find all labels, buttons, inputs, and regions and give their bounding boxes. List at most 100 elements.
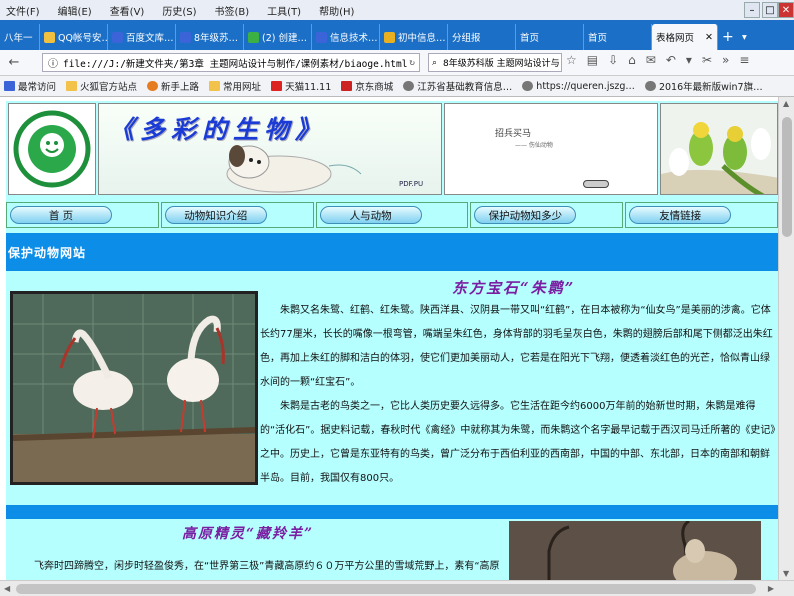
info-icon[interactable]: ⓘ xyxy=(48,55,58,70)
bookmark-item[interactable]: 最常访问 xyxy=(4,79,56,93)
tab-9[interactable]: 首页 xyxy=(584,24,652,50)
vertical-scroll-thumb[interactable] xyxy=(782,117,792,237)
bookmark-label: 新手上路 xyxy=(161,82,200,93)
menu-bookmarks[interactable]: 书签(B) xyxy=(215,3,250,18)
bookmark-label: 最常访问 xyxy=(18,82,57,93)
tab-label: 信息技术… xyxy=(330,33,378,44)
tab-label: 分组报 xyxy=(452,33,481,44)
dropdown-icon[interactable]: ▾ xyxy=(686,53,692,67)
bookmark-item[interactable]: 江苏省基础教育信息… xyxy=(403,79,512,93)
bookmark-label: 2016年最新版win7旗… xyxy=(658,82,763,93)
close-tab-icon[interactable]: ✕ xyxy=(705,32,713,43)
bookmark-item[interactable]: 新手上路 xyxy=(147,79,199,93)
star-icon[interactable]: ☆ xyxy=(566,53,577,67)
scroll-down-icon[interactable]: ▼ xyxy=(783,569,789,578)
scroll-left-icon[interactable]: ◀ xyxy=(4,584,10,593)
nav-cell: 友情链接 xyxy=(625,202,778,228)
home-icon[interactable]: ⌂ xyxy=(628,53,636,67)
minimize-button[interactable]: – xyxy=(744,2,760,18)
horizontal-scroll-thumb[interactable] xyxy=(16,584,756,594)
globe-icon xyxy=(403,81,415,91)
bookmark-item[interactable]: https://queren.jszg… xyxy=(522,81,635,92)
site-name: 保护动物网站 xyxy=(8,245,87,260)
tab-label: 首页 xyxy=(520,33,540,44)
nav-links[interactable]: 友情链接 xyxy=(629,206,732,224)
tab-2[interactable]: 百度文库… xyxy=(108,24,176,50)
reader-icon[interactable]: ▤ xyxy=(587,53,598,67)
nav-people-animals[interactable]: 人与动物 xyxy=(319,206,422,224)
site-banner-band: 保护动物网站 xyxy=(6,233,778,271)
menu-icon[interactable]: ≡ xyxy=(739,53,749,67)
screenshot-icon[interactable]: ✂ xyxy=(702,53,712,67)
tab-bar: 八年一 QQ帐号安… 百度文库… 8年级苏… (2) 创建… 信息技术… 初中信… xyxy=(0,20,794,50)
tab-4[interactable]: (2) 创建… xyxy=(244,24,312,50)
globe-icon xyxy=(644,81,656,91)
slide-subtitle: —— 伤仙动物 xyxy=(515,142,553,149)
tab-6[interactable]: 初中信息… xyxy=(380,24,448,50)
horizontal-scrollbar[interactable]: ◀ ▶ xyxy=(0,580,794,596)
menu-bar: 文件(F) 编辑(E) 查看(V) 历史(S) 书签(B) 工具(T) 帮助(H… xyxy=(0,0,794,20)
section-title-ibis: 东方宝石“朱鹮” xyxy=(452,279,576,297)
tab-5[interactable]: 信息技术… xyxy=(312,24,380,50)
tmall-icon xyxy=(271,81,283,91)
tab-label: 首页 xyxy=(588,33,608,44)
search-icon: ⌕ xyxy=(432,57,438,68)
globe-icon xyxy=(522,81,534,91)
bookmark-label: 天猫11.11 xyxy=(285,82,332,93)
nav-cell: 动物知识介绍 xyxy=(160,202,314,228)
reload-icon[interactable]: ↻ xyxy=(409,57,415,68)
ibis-paragraph-2: 朱鹮是古老的鸟类之一，它比人类历史要久远得多。它生活在距今约6000万年前的始新… xyxy=(260,401,776,484)
bookmark-label: https://queren.jszg… xyxy=(536,80,635,92)
chat-icon[interactable]: ✉ xyxy=(646,53,656,67)
tab-7[interactable]: 分组报 xyxy=(448,24,516,50)
header: 《多彩的生物》 PDF.PU 招兵买马 —— 伤仙动物 xyxy=(6,101,778,197)
firefox-icon xyxy=(147,81,159,91)
back-icon[interactable]: ← xyxy=(6,55,22,71)
bookmark-item[interactable]: 京东商城 xyxy=(341,79,393,93)
close-window-button[interactable]: ✕ xyxy=(778,2,794,18)
tab-8[interactable]: 首页 xyxy=(516,24,584,50)
bookmark-item[interactable]: 天猫11.11 xyxy=(271,79,331,93)
vertical-scrollbar[interactable]: ▲ ▼ xyxy=(778,97,794,580)
toolbar-icons: ☆ ▤ ⇩ ⌂ ✉ ↶ ▾ ✂ » ≡ xyxy=(566,53,749,67)
nav-home[interactable]: 首 页 xyxy=(10,206,112,224)
undo-icon[interactable]: ↶ xyxy=(666,53,676,67)
menu-edit[interactable]: 编辑(E) xyxy=(58,3,92,18)
bookmark-item[interactable]: 火狐官方站点 xyxy=(66,79,137,93)
tab-0[interactable]: 八年一 xyxy=(0,24,40,50)
page-viewport: 《多彩的生物》 PDF.PU 招兵买马 —— 伤仙动物 首 页 动物知识介绍 人… xyxy=(0,97,794,580)
slide-image: 招兵买马 —— 伤仙动物 xyxy=(444,103,658,195)
bookmark-label: 常用网址 xyxy=(223,82,262,93)
bookmark-item[interactable]: 常用网址 xyxy=(209,79,261,93)
new-tab-button[interactable]: + xyxy=(718,24,738,50)
baidu-icon xyxy=(112,31,123,43)
extension-icon[interactable]: » xyxy=(722,53,729,67)
tab-label: 表格网页 xyxy=(656,33,695,44)
nav-cell: 保护动物知多少 xyxy=(470,202,624,228)
bookmark-item[interactable]: 2016年最新版win7旗… xyxy=(644,79,763,93)
menu-file[interactable]: 文件(F) xyxy=(6,3,40,18)
menu-history[interactable]: 历史(S) xyxy=(162,3,196,18)
url-bar[interactable]: ⓘ file:///J:/新建文件夹/第3章 主题网站设计与制作/课例素材/bi… xyxy=(42,53,420,72)
url-text: file:///J:/新建文件夹/第3章 主题网站设计与制作/课例素材/biao… xyxy=(63,58,408,70)
tab-list-icon[interactable]: ▾ xyxy=(738,24,758,50)
download-icon[interactable]: ⇩ xyxy=(608,53,618,67)
menu-view[interactable]: 查看(V) xyxy=(110,3,145,18)
jd-icon xyxy=(341,81,353,91)
menu-tools[interactable]: 工具(T) xyxy=(267,3,301,18)
tab-active[interactable]: 表格网页 ✕ xyxy=(652,24,718,50)
tab-1[interactable]: QQ帐号安… xyxy=(40,24,108,50)
nav-protection[interactable]: 保护动物知多少 xyxy=(474,206,577,224)
nav-knowledge[interactable]: 动物知识介绍 xyxy=(164,206,267,224)
page-icon xyxy=(316,31,327,43)
nav-cell: 人与动物 xyxy=(315,202,469,228)
scroll-right-icon[interactable]: ▶ xyxy=(768,584,774,593)
page-icon xyxy=(180,31,191,43)
puppy-image xyxy=(226,145,362,193)
menu-help[interactable]: 帮助(H) xyxy=(319,3,354,18)
maximize-button[interactable]: □ xyxy=(762,2,778,18)
folder-icon xyxy=(66,81,78,91)
tab-3[interactable]: 8年级苏… xyxy=(176,24,244,50)
scroll-up-icon[interactable]: ▲ xyxy=(783,99,789,108)
search-field[interactable]: ⌕ 8年级苏科版 主题网站设计与 xyxy=(428,53,562,72)
